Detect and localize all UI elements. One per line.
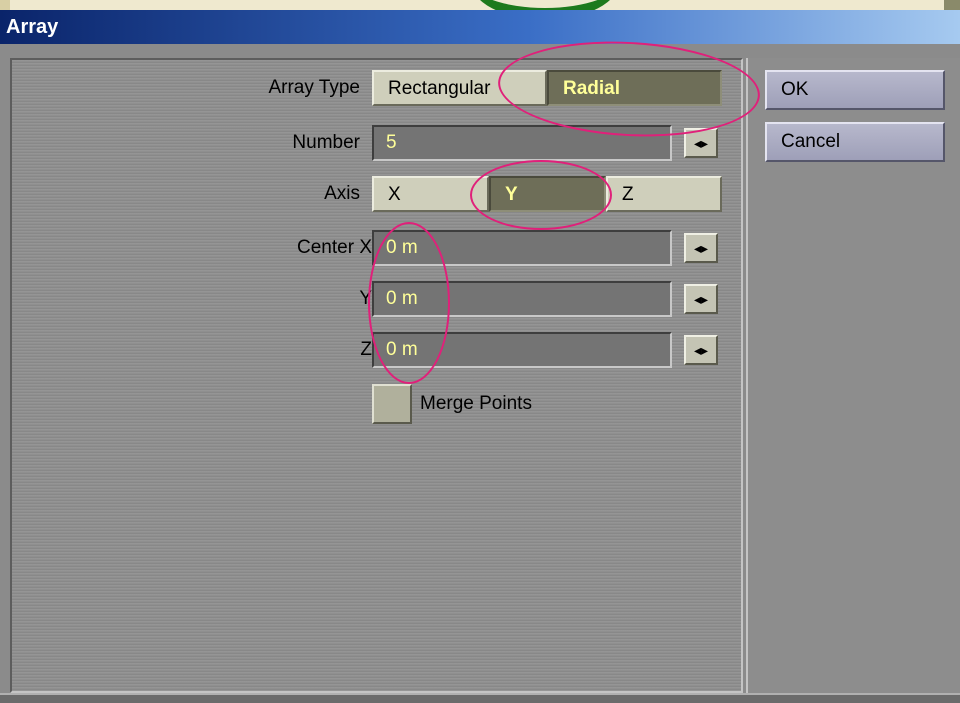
status-bar bbox=[0, 693, 960, 703]
center-y-spinner[interactable]: ◂▸ bbox=[684, 284, 718, 314]
array-type-rectangular-option[interactable]: Rectangular bbox=[372, 70, 547, 106]
center-z-label: Z bbox=[360, 339, 372, 360]
merge-points-checkbox[interactable] bbox=[372, 384, 412, 424]
double-arrow-icon: ◂▸ bbox=[693, 342, 709, 358]
merge-points-label: Merge Points bbox=[420, 393, 532, 414]
title-bar[interactable]: Array bbox=[0, 10, 960, 44]
center-x-input[interactable]: 0 m bbox=[372, 230, 672, 266]
axis-label: Axis bbox=[324, 183, 360, 204]
double-arrow-icon: ◂▸ bbox=[693, 291, 709, 307]
center-x-spinner[interactable]: ◂▸ bbox=[684, 233, 718, 263]
window-title: Array bbox=[6, 16, 59, 38]
axis-x-option[interactable]: X bbox=[372, 176, 489, 212]
center-y-input[interactable]: 0 m bbox=[372, 281, 672, 317]
cancel-button[interactable]: Cancel bbox=[765, 122, 945, 162]
array-dialog: Array Array Type Rectangular Radial Numb… bbox=[0, 10, 960, 703]
array-type-label: Array Type bbox=[268, 77, 360, 98]
center-x-label: Center X bbox=[297, 237, 372, 258]
double-arrow-icon: ◂▸ bbox=[693, 240, 709, 256]
ok-button[interactable]: OK bbox=[765, 70, 945, 110]
array-type-radial-option[interactable]: Radial bbox=[547, 70, 722, 106]
center-y-label: Y bbox=[359, 288, 372, 309]
number-label: Number bbox=[292, 132, 360, 153]
axis-y-option[interactable]: Y bbox=[489, 176, 606, 212]
axis-z-option[interactable]: Z bbox=[606, 176, 722, 212]
number-spinner[interactable]: ◂▸ bbox=[684, 128, 718, 158]
double-arrow-icon: ◂▸ bbox=[693, 135, 709, 151]
center-z-input[interactable]: 0 m bbox=[372, 332, 672, 368]
number-input[interactable]: 5 bbox=[372, 125, 672, 161]
center-z-spinner[interactable]: ◂▸ bbox=[684, 335, 718, 365]
